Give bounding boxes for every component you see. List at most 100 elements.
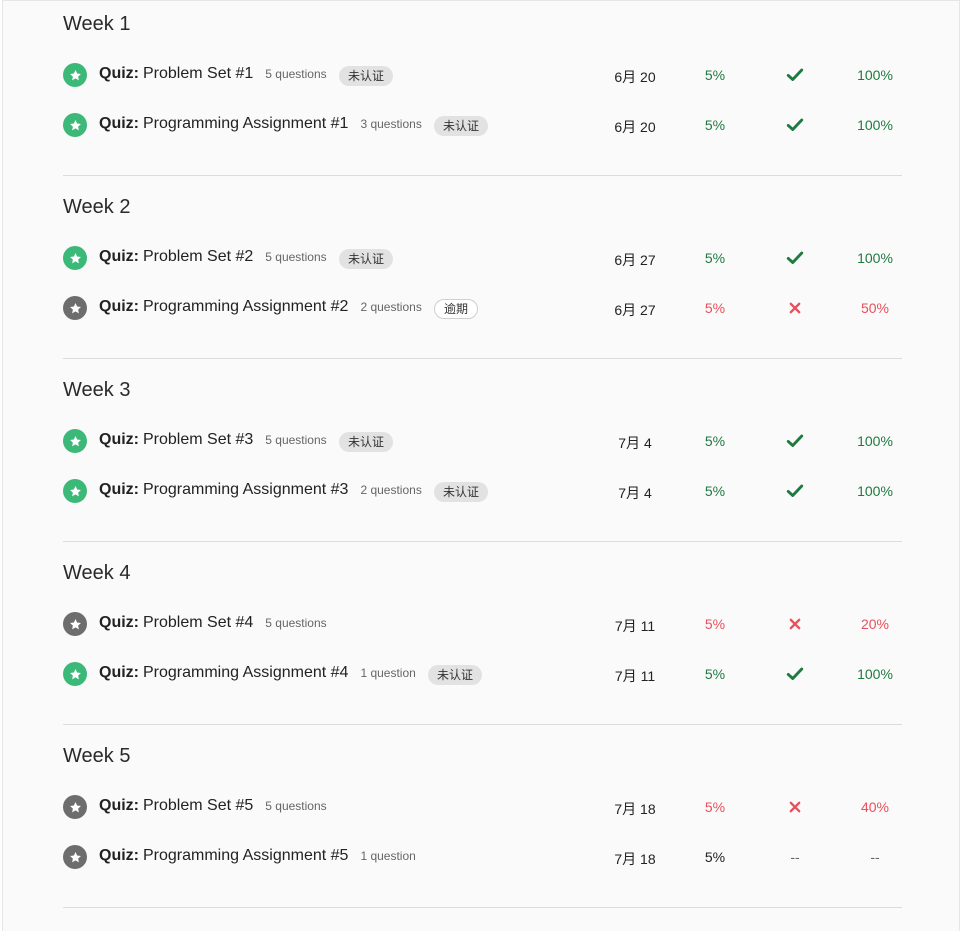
quiz-title-link[interactable]: Quiz: Programming Assignment #5 1 question <box>99 847 416 865</box>
grade-value: 100% <box>857 433 893 449</box>
question-count: 5 questions <box>265 433 327 447</box>
quiz-kind-label: Quiz: <box>99 115 139 132</box>
quiz-row: Quiz: Programming Assignment #2 2 question… <box>63 288 902 328</box>
quiz-name: Programming Assignment #1 <box>143 115 349 132</box>
due-date: 6月 20 <box>614 119 656 135</box>
weight-value: 5% <box>704 433 726 449</box>
week-title: Week 4 <box>63 562 131 584</box>
quiz-row: Quiz: Programming Assignment #5 1 question… <box>63 837 902 877</box>
quiz-title-link[interactable]: Quiz: Problem Set #3 5 questions <box>99 431 327 449</box>
due-date: 6月 27 <box>614 302 656 318</box>
quiz-row: Quiz: Programming Assignment #3 2 question… <box>63 471 902 511</box>
due-date: 7月 18 <box>614 851 656 867</box>
week-section: Week 3 Quiz: Problem Set #3 5 questions 未认证 7… <box>63 359 902 542</box>
not-passed-star-icon <box>63 612 87 636</box>
quiz-name: Programming Assignment #4 <box>143 664 349 681</box>
passed-star-icon <box>63 63 87 87</box>
grade-value: 100% <box>857 483 893 499</box>
quiz-name: Problem Set #2 <box>143 248 254 265</box>
overdue-badge: 逾期 <box>434 299 479 319</box>
quiz-row: Quiz: Problem Set #2 5 questions 未认证 6月 27 5%… <box>63 238 902 278</box>
quiz-row: Quiz: Problem Set #5 5 questions 7月 18 5% 40% <box>63 787 902 827</box>
unverified-badge: 未认证 <box>434 482 489 502</box>
weight-value: 5% <box>704 616 726 632</box>
weight-value: 5% <box>704 117 726 133</box>
not-passed-star-icon <box>63 296 87 320</box>
quiz-name: Programming Assignment #3 <box>143 481 349 498</box>
unverified-badge: 未认证 <box>339 66 394 86</box>
question-count: 5 questions <box>265 799 327 813</box>
weight-value: 5% <box>704 483 726 499</box>
question-count: 5 questions <box>265 67 327 81</box>
due-date: 7月 4 <box>618 435 652 451</box>
quiz-kind-label: Quiz: <box>99 797 139 814</box>
week-title: Week 3 <box>63 379 131 401</box>
grade-value: 100% <box>857 250 893 266</box>
question-count: 1 question <box>360 666 416 680</box>
passed-star-icon <box>63 113 87 137</box>
week-section: Week 2 Quiz: Problem Set #2 5 questions 未认证 6… <box>63 176 902 359</box>
unverified-badge: 未认证 <box>434 116 489 136</box>
grade-value: -- <box>870 849 880 865</box>
quiz-title-link[interactable]: Quiz: Programming Assignment #2 2 question… <box>99 298 422 316</box>
due-date: 7月 11 <box>614 618 656 634</box>
cross-icon <box>783 298 807 318</box>
check-icon <box>783 115 807 135</box>
week-section: Week 4 Quiz: Problem Set #4 5 questions 7月 1… <box>63 542 902 725</box>
passed-star-icon <box>63 429 87 453</box>
passed-star-icon <box>63 246 87 270</box>
check-icon <box>783 664 807 684</box>
passed-star-icon <box>63 479 87 503</box>
grade-value: 20% <box>860 616 890 632</box>
due-date: 6月 20 <box>614 69 656 85</box>
quiz-title-link[interactable]: Quiz: Programming Assignment #4 1 question <box>99 664 416 682</box>
not-passed-star-icon <box>63 845 87 869</box>
question-count: 5 questions <box>265 616 327 630</box>
week-section: Week 5 Quiz: Problem Set #5 5 questions 7月 1… <box>63 725 902 908</box>
quiz-title-link[interactable]: Quiz: Problem Set #1 5 questions <box>99 65 327 83</box>
cross-icon <box>783 614 807 634</box>
question-count: 2 questions <box>360 483 422 497</box>
weight-value: 5% <box>704 849 726 865</box>
quiz-title-link[interactable]: Quiz: Problem Set #4 5 questions <box>99 614 327 632</box>
weight-value: 5% <box>704 250 726 266</box>
passed-star-icon <box>63 662 87 686</box>
week-title: Week 1 <box>63 13 131 35</box>
quiz-name: Programming Assignment #2 <box>143 298 349 315</box>
quiz-name: Programming Assignment #5 <box>143 847 349 864</box>
unverified-badge: 未认证 <box>428 665 483 685</box>
quiz-kind-label: Quiz: <box>99 298 139 315</box>
check-icon <box>783 248 807 268</box>
week-title: Week 5 <box>63 745 131 767</box>
quiz-kind-label: Quiz: <box>99 248 139 265</box>
quiz-row: Quiz: Programming Assignment #1 3 question… <box>63 105 902 145</box>
quiz-row: Quiz: Problem Set #4 5 questions 7月 11 5% 20% <box>63 604 902 644</box>
grade-value: 50% <box>860 300 890 316</box>
quiz-kind-label: Quiz: <box>99 847 139 864</box>
quiz-row: Quiz: Problem Set #3 5 questions 未认证 7月 4 5% 1… <box>63 421 902 461</box>
grades-panel: Week 1 Quiz: Problem Set #1 5 questions 未认证 6… <box>2 0 960 931</box>
quiz-kind-label: Quiz: <box>99 614 139 631</box>
due-date: 7月 4 <box>618 485 652 501</box>
unverified-badge: 未认证 <box>339 249 394 269</box>
quiz-name: Problem Set #4 <box>143 614 254 631</box>
quiz-title-link[interactable]: Quiz: Programming Assignment #1 3 question… <box>99 115 422 133</box>
quiz-title-link[interactable]: Quiz: Problem Set #5 5 questions <box>99 797 327 815</box>
quiz-kind-label: Quiz: <box>99 664 139 681</box>
check-icon <box>783 431 807 451</box>
quiz-name: Problem Set #1 <box>143 65 254 82</box>
grade-value: 40% <box>860 799 890 815</box>
grade-value: 100% <box>857 67 893 83</box>
question-count: 1 question <box>360 849 416 863</box>
quiz-kind-label: Quiz: <box>99 65 139 82</box>
quiz-name: Problem Set #3 <box>143 431 254 448</box>
due-date: 6月 27 <box>614 252 656 268</box>
grade-value: 100% <box>857 117 893 133</box>
cross-icon <box>783 797 807 817</box>
quiz-row: Quiz: Programming Assignment #4 1 question… <box>63 654 902 694</box>
quiz-title-link[interactable]: Quiz: Problem Set #2 5 questions <box>99 248 327 266</box>
question-count: 5 questions <box>265 250 327 264</box>
question-count: 3 questions <box>360 117 422 131</box>
quiz-title-link[interactable]: Quiz: Programming Assignment #3 2 question… <box>99 481 422 499</box>
quiz-row: Quiz: Problem Set #1 5 questions 未认证 6月 20 5%… <box>63 55 902 95</box>
